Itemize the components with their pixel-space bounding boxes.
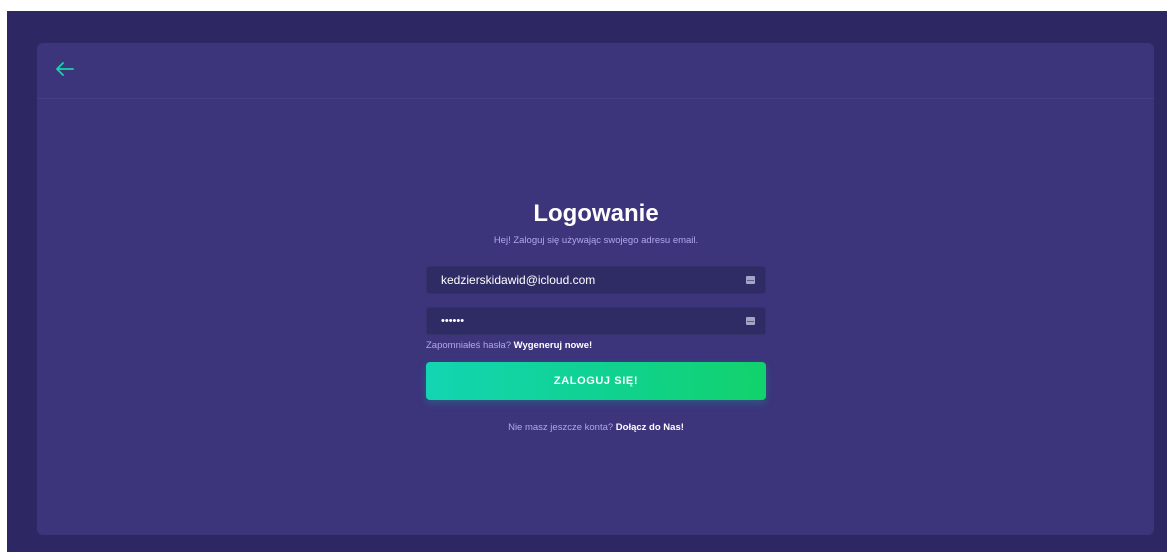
email-field-wrapper — [426, 266, 766, 294]
register-row: Nie masz jeszcze konta? Dołącz do Nas! — [426, 421, 766, 435]
email-field[interactable] — [427, 267, 765, 293]
forgot-password-text: Zapomniałeś hasła? — [426, 340, 512, 351]
page-subtitle: Hej! Zaloguj się używając swojego adresu… — [493, 235, 699, 246]
card-header — [37, 43, 1154, 99]
app-window: Logowanie Hej! Zaloguj się używając swoj… — [7, 11, 1167, 552]
login-button[interactable]: ZALOGUJ SIĘ! — [426, 362, 766, 400]
login-card: Logowanie Hej! Zaloguj się używając swoj… — [37, 43, 1154, 535]
login-form: Logowanie Hej! Zaloguj się używając swoj… — [426, 199, 766, 435]
page-title: Logowanie — [533, 200, 659, 227]
password-field-wrapper — [426, 307, 766, 335]
arrow-left-icon — [56, 62, 74, 76]
back-button[interactable] — [53, 57, 77, 81]
join-us-link[interactable]: Dołącz do Nas! — [616, 422, 684, 433]
card-icon — [746, 317, 755, 325]
register-text: Nie masz jeszcze konta? — [508, 422, 614, 433]
generate-new-password-link[interactable]: Wygeneruj nowe! — [514, 340, 592, 351]
password-field[interactable] — [427, 308, 765, 334]
forgot-password-row: Zapomniałeś hasła? Wygeneruj nowe! — [426, 339, 766, 353]
card-icon — [746, 276, 755, 284]
